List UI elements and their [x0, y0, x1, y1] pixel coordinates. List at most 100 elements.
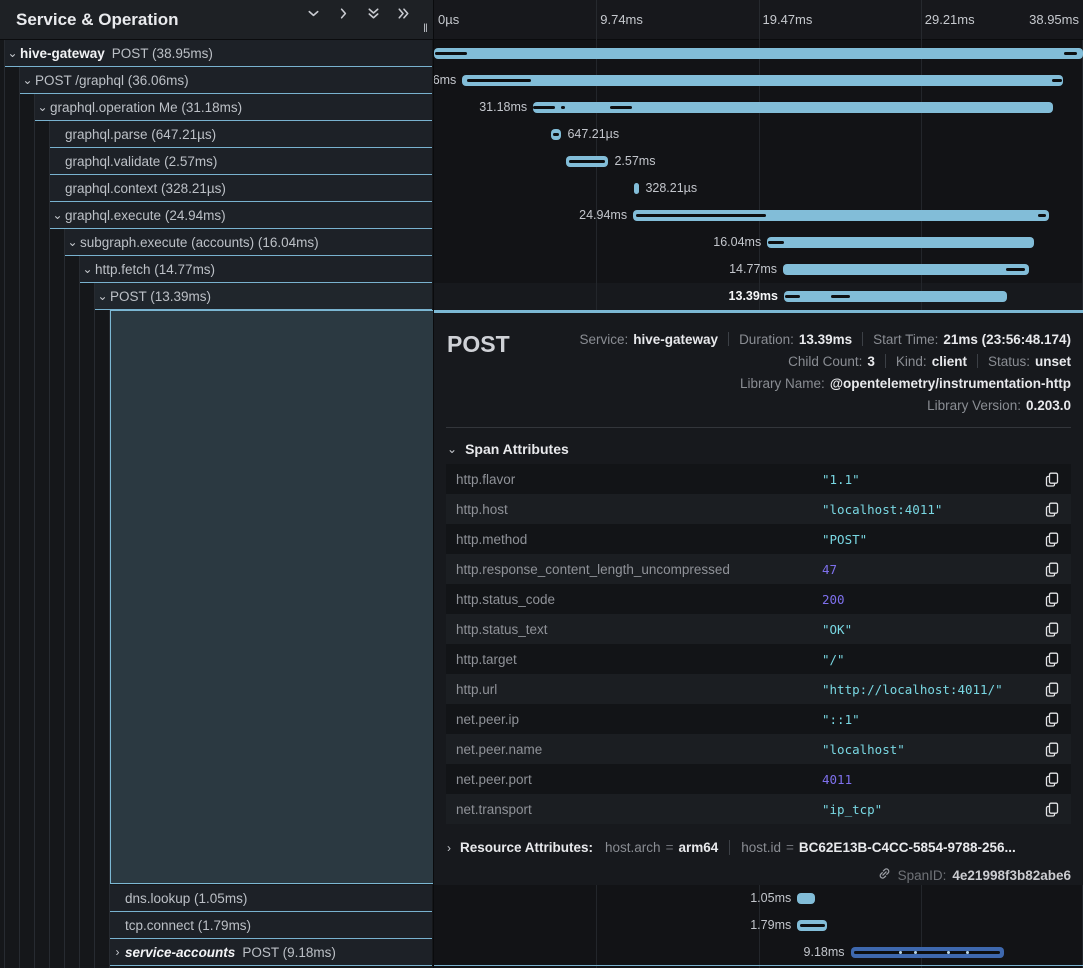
- attribute-key: http.target: [456, 652, 822, 667]
- tree-row[interactable]: ⌄subgraph.execute (accounts) (16.04ms): [65, 229, 432, 256]
- tree-row[interactable]: ›service-accountsPOST (9.18ms): [110, 939, 432, 966]
- expander-down-icon[interactable]: ⌄: [80, 256, 95, 283]
- resource-key: host.arch: [605, 840, 661, 855]
- self-time-segment: [785, 295, 800, 298]
- library-name-value: @opentelemetry/instrumentation-http: [830, 376, 1071, 391]
- expand-one-icon[interactable]: [336, 6, 351, 21]
- equals-sign: =: [786, 840, 794, 855]
- self-time-segment: [800, 924, 825, 927]
- copy-icon[interactable]: [1043, 500, 1061, 519]
- expander-down-icon[interactable]: ⌄: [65, 229, 80, 256]
- span-duration-bar[interactable]: [851, 947, 1004, 958]
- start-time-value: 21ms (23:56:48.174): [943, 332, 1071, 347]
- tree-row[interactable]: ⌄hive-gatewayPOST (38.95ms): [5, 40, 432, 67]
- span-duration-bar[interactable]: [797, 893, 814, 904]
- attribute-row: http.response_content_length_uncompresse…: [446, 554, 1071, 584]
- chevron-down-icon: ⌄: [447, 442, 457, 456]
- resource-key: host.id: [741, 840, 781, 855]
- spanid-label: SpanID:: [898, 868, 947, 883]
- tree-row[interactable]: graphql.parse (647.21µs): [50, 121, 432, 148]
- tree-row[interactable]: ⌄graphql.execute (24.94ms): [50, 202, 432, 229]
- trace-viewer: ⌄hive-gatewayPOST (38.95ms)⌄POST /graphq…: [0, 0, 1083, 968]
- tree-row[interactable]: ⌄POST /graphql (36.06ms): [20, 67, 432, 94]
- span-duration-label: 1.79ms: [750, 912, 791, 939]
- copy-icon[interactable]: [1043, 530, 1061, 549]
- tree-row[interactable]: graphql.validate (2.57ms): [50, 148, 432, 175]
- resource-attributes-title: Resource Attributes:: [460, 840, 593, 855]
- expander-down-icon[interactable]: ⌄: [20, 67, 35, 94]
- tick-label: 19.47ms: [763, 12, 813, 27]
- span-label: tcp.connect (1.79ms): [125, 918, 251, 933]
- tree-header-title: Service & Operation: [16, 0, 179, 40]
- copy-icon[interactable]: [1043, 470, 1061, 489]
- column-resize-handle[interactable]: ‖: [423, 21, 429, 35]
- copy-icon[interactable]: [1043, 560, 1061, 579]
- span-attributes-table: http.flavor"1.1"http.host"localhost:4011…: [446, 464, 1071, 824]
- span-duration-bar[interactable]: [551, 129, 562, 140]
- copy-icon[interactable]: [1043, 770, 1061, 789]
- collapse-one-icon[interactable]: [306, 6, 321, 21]
- child-span-dot: [914, 951, 917, 954]
- tick-separator: [921, 0, 922, 40]
- indent-guide: [19, 40, 20, 968]
- expander-down-icon[interactable]: ⌄: [95, 283, 110, 310]
- expander-right-icon[interactable]: ›: [110, 939, 125, 966]
- self-time-segment: [569, 160, 605, 163]
- meta-separator: [885, 354, 886, 368]
- attribute-value: 4011: [822, 772, 1043, 787]
- copy-icon[interactable]: [1043, 680, 1061, 699]
- span-attributes-toggle[interactable]: ⌄ Span Attributes: [447, 441, 569, 457]
- span-duration-bar[interactable]: [633, 210, 1049, 221]
- span-duration-bar[interactable]: [533, 102, 1053, 113]
- span-duration-bar[interactable]: [434, 48, 1083, 59]
- attribute-row: net.peer.port4011: [446, 764, 1071, 794]
- chevron-right-icon: ›: [447, 841, 451, 855]
- status-value: unset: [1035, 354, 1071, 369]
- tree-row[interactable]: dns.lookup (1.05ms): [110, 885, 432, 912]
- span-duration-bar[interactable]: [783, 264, 1029, 275]
- copy-icon[interactable]: [1043, 800, 1061, 819]
- span-label: POST (9.18ms): [242, 945, 336, 960]
- expand-all-icon[interactable]: [396, 6, 411, 21]
- expander-down-icon[interactable]: ⌄: [50, 202, 65, 229]
- copy-icon[interactable]: [1043, 740, 1061, 759]
- tick-label: 0µs: [438, 12, 459, 27]
- span-bar-row: 38.95ms: [434, 40, 1083, 67]
- tree-header: Service & Operation ‖: [0, 0, 433, 40]
- child-count-label: Child Count:: [788, 354, 862, 369]
- copy-icon[interactable]: [1043, 620, 1061, 639]
- span-duration-bar[interactable]: [634, 183, 639, 194]
- expander-down-icon[interactable]: ⌄: [5, 40, 20, 67]
- span-duration-bar[interactable]: [566, 156, 609, 167]
- copy-icon[interactable]: [1043, 590, 1061, 609]
- child-span-dot: [966, 951, 969, 954]
- span-duration-label: 13.39ms: [729, 283, 778, 310]
- link-icon[interactable]: [877, 866, 892, 884]
- tree-row[interactable]: graphql.context (328.21µs): [50, 175, 432, 202]
- tick-label: 29.21ms: [925, 12, 975, 27]
- span-label: POST /graphql (36.06ms): [35, 73, 189, 88]
- duration-value: 13.39ms: [799, 332, 852, 347]
- span-duration-bar[interactable]: [784, 291, 1007, 302]
- resource-attributes-row[interactable]: › Resource Attributes: host.arch = arm64…: [447, 840, 1016, 855]
- tree-row[interactable]: ⌄graphql.operation Me (31.18ms): [35, 94, 432, 121]
- timeline-pane: 38.95ms36.06ms31.18ms647.21µs2.57ms328.2…: [434, 0, 1083, 968]
- attribute-row: http.method"POST": [446, 524, 1071, 554]
- span-bar-row: 1.05ms: [434, 885, 1083, 912]
- tree-row[interactable]: tcp.connect (1.79ms): [110, 912, 432, 939]
- span-meta: Service: hive-gateway Duration: 13.39ms …: [579, 328, 1071, 416]
- collapse-all-icon[interactable]: [366, 6, 381, 21]
- copy-icon[interactable]: [1043, 650, 1061, 669]
- attribute-value: 47: [822, 562, 1043, 577]
- span-bar-row: 647.21µs: [434, 121, 1083, 148]
- tree-row[interactable]: ⌄http.fetch (14.77ms): [80, 256, 432, 283]
- expander-down-icon[interactable]: ⌄: [35, 94, 50, 121]
- attribute-row: http.status_code200: [446, 584, 1071, 614]
- span-duration-bar[interactable]: [767, 237, 1034, 248]
- span-duration-label: 328.21µs: [645, 175, 697, 202]
- span-duration-bar[interactable]: [462, 75, 1063, 86]
- tree-row[interactable]: ⌄POST (13.39ms): [95, 283, 432, 310]
- span-duration-bar[interactable]: [797, 920, 827, 931]
- copy-icon[interactable]: [1043, 710, 1061, 729]
- child-span-dot: [899, 951, 902, 954]
